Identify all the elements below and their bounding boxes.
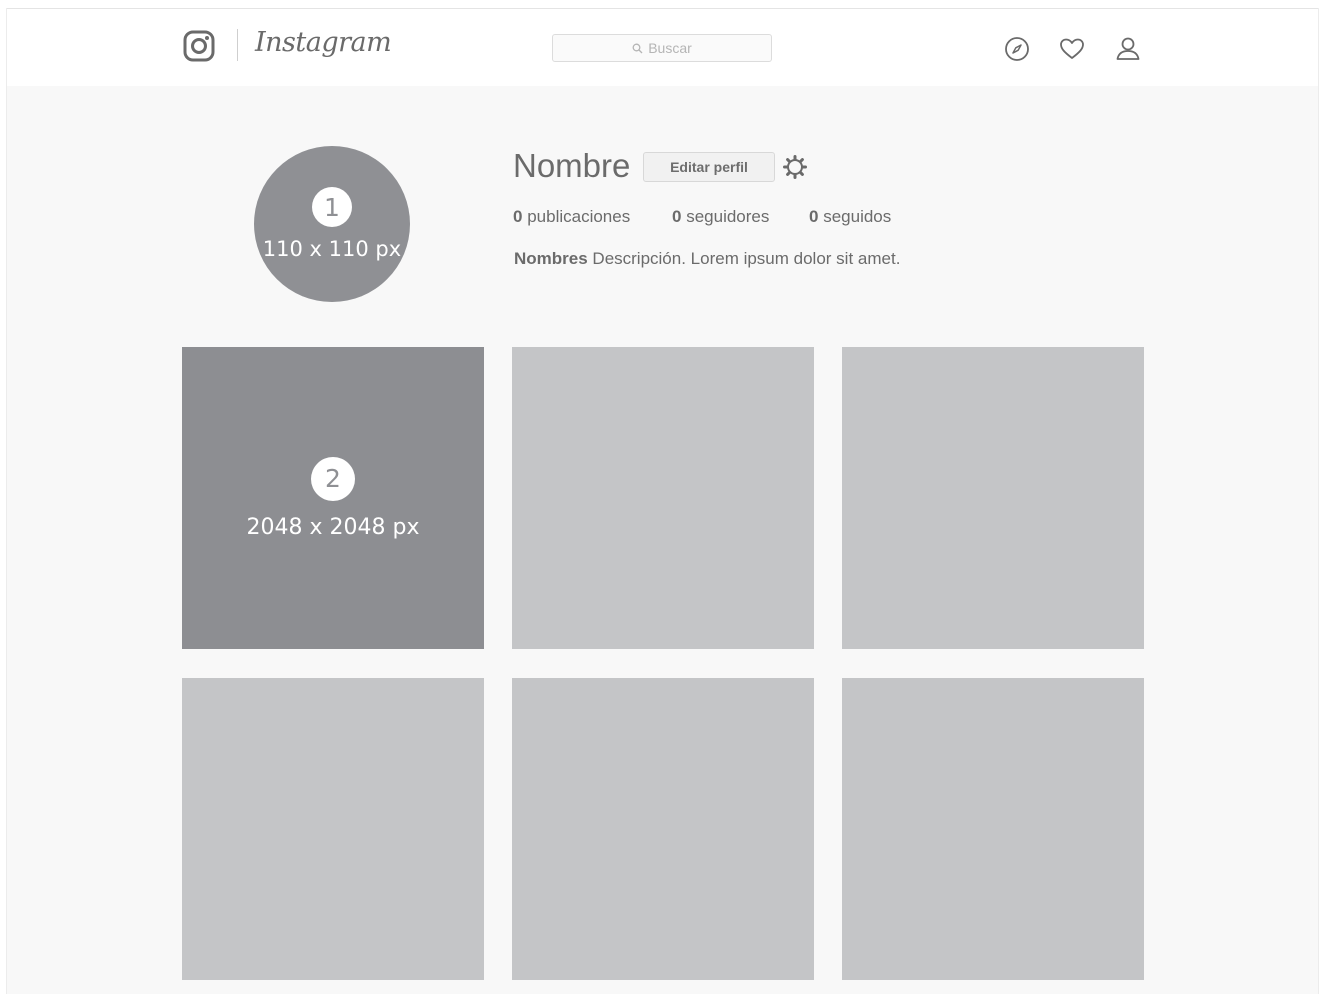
avatar-dimensions-label: 110 x 110 px <box>262 237 402 261</box>
post-thumbnail-featured[interactable]: 2 2048 x 2048 px <box>182 347 484 649</box>
settings-gear-icon[interactable] <box>782 154 808 180</box>
search-placeholder: Buscar <box>648 40 692 56</box>
post-thumbnail[interactable] <box>182 678 484 980</box>
compass-icon[interactable] <box>1004 36 1030 62</box>
stat-following[interactable]: 0 seguidos <box>809 207 891 227</box>
post-dimensions-label: 2048 x 2048 px <box>246 514 420 540</box>
profile-bio: Nombres Descripción. Lorem ipsum dolor s… <box>514 249 900 269</box>
avatar-number-badge: 1 <box>312 187 352 227</box>
bio-description: Descripción. Lorem ipsum dolor sit amet. <box>587 249 901 268</box>
search-input[interactable]: Buscar <box>552 34 772 62</box>
profile-name: Nombre <box>513 147 631 184</box>
search-icon <box>632 43 643 53</box>
post-thumbnail[interactable] <box>512 347 814 649</box>
instagram-camera-icon[interactable] <box>183 30 215 62</box>
logo-divider <box>237 29 238 61</box>
bio-name: Nombres <box>514 249 588 268</box>
post-thumbnail[interactable] <box>512 678 814 980</box>
instagram-wordmark[interactable]: Instagram <box>255 27 392 58</box>
stat-posts[interactable]: 0 publicaciones <box>513 207 630 227</box>
stat-followers[interactable]: 0 seguidores <box>672 207 769 227</box>
post-thumbnail[interactable] <box>842 678 1144 980</box>
app-frame: Instagram Buscar 1 110 x 110 px Nombre E… <box>6 8 1319 994</box>
heart-icon[interactable] <box>1059 36 1085 62</box>
post-thumbnail[interactable] <box>842 347 1144 649</box>
user-icon[interactable] <box>1115 36 1141 62</box>
post-number-badge: 2 <box>311 456 355 501</box>
edit-profile-button[interactable]: Editar perfil <box>643 152 775 182</box>
profile-avatar[interactable]: 1 110 x 110 px <box>254 146 410 302</box>
top-navigation-bar: Instagram Buscar <box>7 8 1318 86</box>
